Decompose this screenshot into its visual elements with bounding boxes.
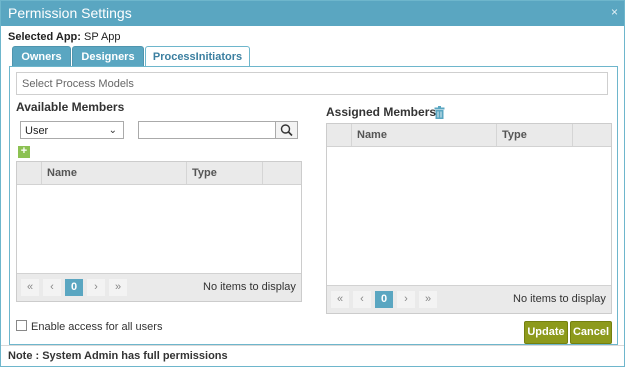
grid-header: Name Type — [327, 124, 611, 147]
chevron-down-icon: ⌄ — [108, 125, 117, 136]
pager-status: No items to display — [203, 281, 296, 293]
last-page-button[interactable]: » — [109, 279, 127, 296]
divider — [1, 345, 624, 346]
tab-designers[interactable]: Designers — [72, 46, 144, 68]
permission-settings-dialog: Permission Settings × Selected App: SP A… — [0, 0, 625, 367]
trash-icon[interactable] — [434, 106, 445, 119]
selected-app: Selected App: SP App — [8, 31, 121, 43]
column-extra — [262, 162, 301, 184]
column-type[interactable]: Type — [496, 124, 572, 146]
selected-app-label: Selected App: — [8, 31, 81, 43]
column-name[interactable]: Name — [41, 162, 186, 184]
next-page-button[interactable]: › — [87, 279, 105, 296]
add-member-icon[interactable]: + — [18, 146, 30, 158]
tab-panel: Select Process Models Available Members … — [9, 66, 618, 345]
search-button[interactable] — [275, 122, 297, 138]
enable-access-checkbox[interactable] — [16, 320, 27, 331]
selected-app-value: SP App — [84, 31, 121, 43]
column-extra — [572, 124, 611, 146]
search-input[interactable] — [139, 122, 277, 138]
page-number[interactable]: 0 — [65, 279, 83, 296]
tab-owners[interactable]: Owners — [12, 46, 71, 68]
assigned-members-title: Assigned Members — [326, 105, 437, 119]
update-button[interactable]: Update — [524, 321, 568, 344]
available-members-grid: Name Type « ‹ 0 › » No items to display — [16, 161, 302, 302]
pager-status: No items to display — [513, 293, 606, 305]
dialog-titlebar: Permission Settings × — [1, 1, 624, 26]
dialog-title: Permission Settings — [8, 5, 132, 21]
grid-pager: « ‹ 0 › » No items to display — [327, 285, 611, 313]
grid-header: Name Type — [17, 162, 301, 185]
prev-page-button[interactable]: ‹ — [353, 291, 371, 308]
enable-access-label: Enable access for all users — [31, 321, 163, 333]
next-page-button[interactable]: › — [397, 291, 415, 308]
close-icon[interactable]: × — [611, 5, 618, 19]
first-page-button[interactable]: « — [331, 291, 349, 308]
column-name[interactable]: Name — [351, 124, 496, 146]
first-page-button[interactable]: « — [21, 279, 39, 296]
search-icon — [280, 124, 293, 137]
enable-access-row: Enable access for all users — [16, 320, 162, 333]
assigned-members-grid: Name Type « ‹ 0 › » No items to display — [326, 123, 612, 314]
grid-pager: « ‹ 0 › » No items to display — [17, 273, 301, 301]
available-members-title: Available Members — [16, 100, 125, 114]
process-models-field[interactable]: Select Process Models — [16, 72, 608, 95]
member-type-select[interactable]: User ⌄ — [20, 121, 124, 139]
page-number[interactable]: 0 — [375, 291, 393, 308]
cancel-button[interactable]: Cancel — [570, 321, 612, 344]
member-type-value: User — [25, 125, 49, 137]
column-type[interactable]: Type — [186, 162, 262, 184]
footer-note: Note : System Admin has full permissions — [8, 350, 228, 362]
last-page-button[interactable]: » — [419, 291, 437, 308]
prev-page-button[interactable]: ‹ — [43, 279, 61, 296]
member-search — [138, 121, 298, 139]
